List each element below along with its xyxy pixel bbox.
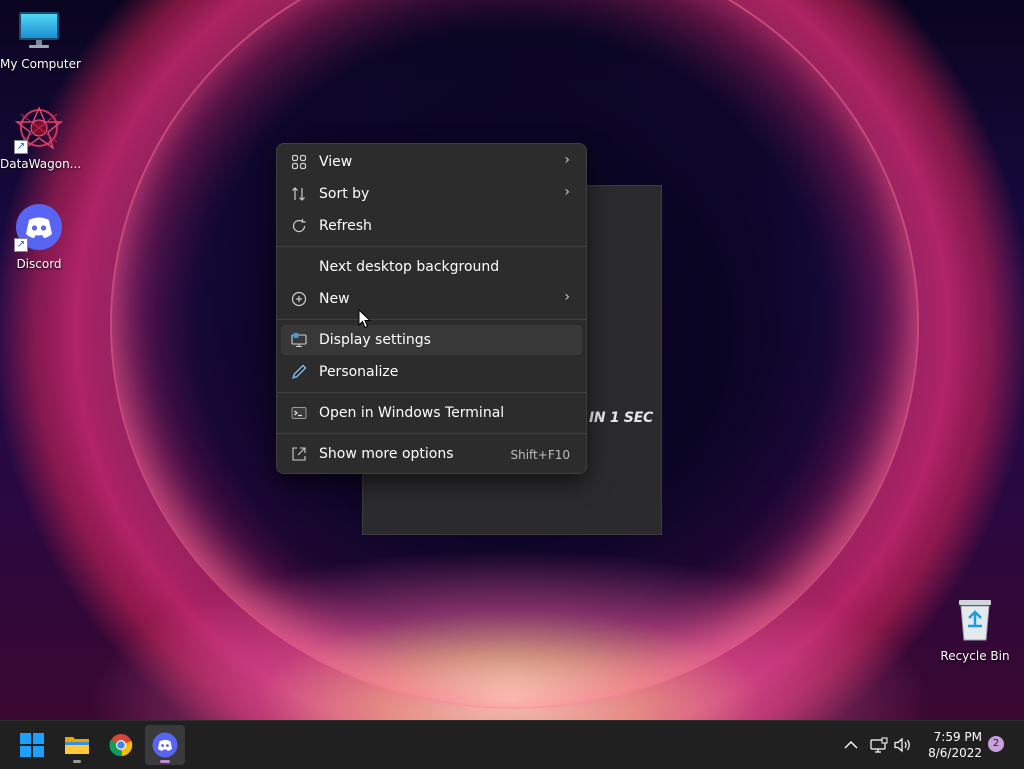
menu-item-open-in-terminal[interactable]: Open in Windows Terminal [281,398,582,428]
desktop-icon-label: Discord [16,257,62,271]
folder-icon [65,737,89,754]
menu-item-next-desktop-background[interactable]: Next desktop background [281,252,582,282]
menu-separator [277,319,586,320]
menu-item-label: Display settings [319,332,431,348]
clock-time: 7:59 PM [933,730,982,744]
mouse-cursor-icon [358,309,372,329]
chrome-icon [109,734,133,757]
menu-item-shortcut: Shift+F10 [510,448,570,462]
terminal-icon [291,407,307,419]
desktop-icon-my-computer[interactable]: My Computer [0,10,81,71]
menu-item-label: Refresh [319,218,372,234]
chevron-right-icon: › [564,184,570,200]
menu-item-label: Show more options [319,446,454,462]
sort-icon [292,187,305,201]
plus-circle-icon [291,291,307,307]
desktop-icon-label: DataWagon... [0,157,82,171]
menu-item-label: New [319,291,350,307]
menu-item-sort-by[interactable]: Sort by › [281,179,582,209]
recycle-bin-icon [959,600,991,641]
menu-item-display-settings[interactable]: Display settings [281,325,582,355]
chevron-right-icon: › [564,152,570,168]
taskbar: 7:59 PM 8/6/2022 [0,720,1024,769]
menu-separator [277,392,586,393]
discord-icon [152,732,178,758]
refresh-icon [292,219,306,233]
pen-icon [292,364,307,379]
taskbar-start-button[interactable] [12,725,52,765]
clock-date: 8/6/2022 [928,746,982,760]
desktop-icon-label: Recycle Bin [940,649,1010,663]
monitor-icon [19,12,59,48]
taskbar-clock[interactable]: 7:59 PM 8/6/2022 [912,729,982,761]
desktop-icon-recycle-bin[interactable]: Recycle Bin [936,596,1014,663]
display-icon [291,333,307,348]
windows-start-icon [20,733,44,757]
shortcut-arrow-icon: ↗ [14,140,28,154]
window-status-text: IN 1 SEC [589,410,653,426]
taskbar-chrome[interactable] [101,725,141,765]
menu-item-show-more-options[interactable]: Show more options Shift+F10 [281,439,582,469]
taskbar-discord[interactable] [145,725,185,765]
chevron-right-icon: › [564,289,570,305]
menu-item-label: Next desktop background [319,259,500,275]
share-icon [292,447,306,461]
running-indicator [73,760,81,763]
menu-item-personalize[interactable]: Personalize [281,357,582,387]
chevron-up-icon[interactable] [844,740,858,750]
desktop-icon-datawagon[interactable]: ↗ DataWagon... [0,106,82,171]
menu-item-label: Personalize [319,364,399,380]
desktop-icon-label: My Computer [0,57,81,71]
notification-badge[interactable]: 2 [988,736,1004,752]
volume-icon[interactable] [894,737,912,753]
running-indicator [160,760,170,763]
menu-separator [277,246,586,247]
desktop-context-menu: View › Sort by › Refresh Next desktop ba… [276,143,587,474]
grid-icon [291,154,307,170]
menu-separator [277,433,586,434]
menu-item-refresh[interactable]: Refresh [281,211,582,241]
desktop-icon-discord[interactable]: ↗ Discord [0,204,78,271]
network-icon[interactable] [870,737,888,753]
menu-item-label: Open in Windows Terminal [319,405,505,421]
menu-item-label: View [319,154,353,170]
menu-item-view[interactable]: View › [281,147,582,177]
shortcut-arrow-icon: ↗ [14,238,28,252]
menu-item-label: Sort by [319,186,370,202]
taskbar-file-explorer[interactable] [57,725,97,765]
menu-item-new[interactable]: New › [281,284,582,314]
